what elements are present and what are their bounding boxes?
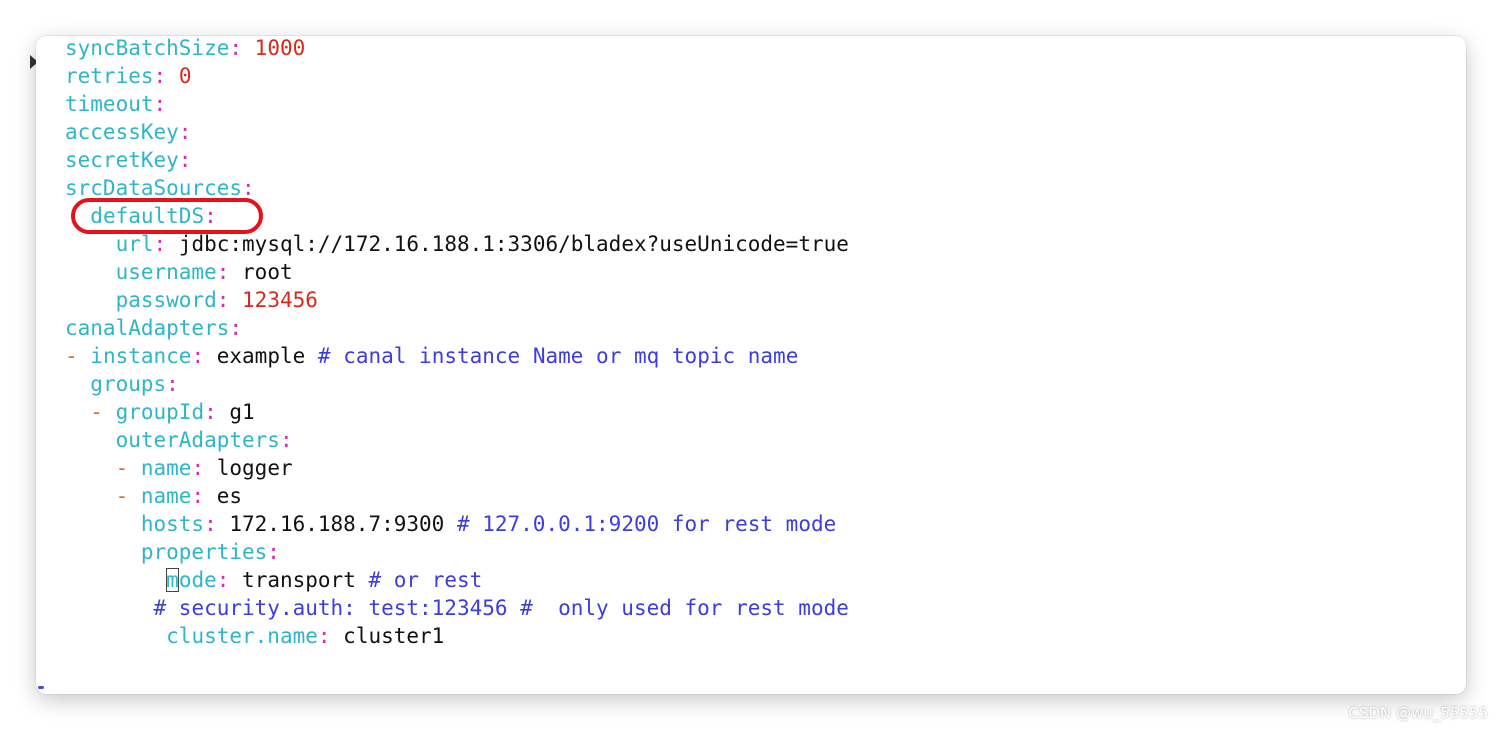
code-line: syncBatchSize: 1000: [65, 36, 849, 62]
key-colon: :: [178, 120, 192, 144]
code-line: url: jdbc:mysql://172.16.188.1:3306/blad…: [65, 230, 849, 258]
code-line: canalAdapters:: [65, 314, 849, 342]
yaml-key: groups: [90, 372, 167, 396]
yaml-key: srcDataSources: [65, 176, 243, 200]
yaml-comment: # 127.0.0.1:9200 for rest mode: [456, 512, 837, 536]
yaml-key: mode: [166, 568, 217, 592]
yaml-key: password: [115, 288, 217, 312]
list-dash: -: [115, 456, 141, 480]
yaml-comment: # or rest: [368, 568, 483, 592]
yaml-key: hosts: [140, 512, 205, 536]
yaml-key: groupId: [115, 400, 205, 424]
key-colon: :: [216, 288, 230, 312]
yaml-key: name: [140, 484, 192, 508]
key-colon: :: [153, 64, 167, 88]
code-line: - name: es: [65, 482, 849, 510]
code-line: mode: transport # or rest: [65, 566, 849, 594]
key-colon: :: [216, 568, 230, 592]
key-colon: :: [204, 400, 217, 424]
code-line: accessKey:: [65, 118, 849, 146]
yaml-key: name: [140, 456, 192, 480]
edge-marker: [38, 686, 44, 689]
key-colon: :: [178, 148, 192, 172]
key-colon: :: [267, 540, 280, 564]
code-line: timeout:: [65, 90, 849, 118]
yaml-comment: # canal instance Name or mq topic name: [317, 344, 799, 368]
yaml-value: root: [229, 260, 293, 284]
code-line: cluster.name: cluster1: [65, 622, 849, 650]
key-colon: :: [191, 344, 205, 368]
key-colon: :: [191, 484, 205, 508]
yaml-key: cluster.name: [166, 624, 318, 648]
code-line: username: root: [65, 258, 849, 286]
code-line: retries: 0: [65, 62, 849, 90]
code-line: secretKey:: [65, 146, 849, 174]
watermark: CSDN @wu_55555: [1348, 704, 1488, 722]
yaml-value: g1: [216, 400, 255, 424]
list-dash: -: [90, 400, 116, 424]
yaml-value: 123456: [229, 288, 318, 312]
yaml-key: canalAdapters: [65, 316, 230, 340]
yaml-value: 0: [166, 64, 192, 88]
code-line: properties:: [65, 538, 849, 566]
yaml-key: timeout: [65, 92, 154, 116]
yaml-value: transport: [229, 568, 369, 592]
key-colon: :: [216, 260, 230, 284]
code-line: - groupId: g1: [65, 398, 849, 426]
code-line: hosts: 172.16.188.7:9300 # 127.0.0.1:920…: [65, 510, 849, 538]
code-line: # security.auth: test:123456 # only used…: [65, 594, 849, 622]
yaml-key: secretKey: [65, 148, 179, 172]
yaml-key: accessKey: [65, 120, 179, 144]
code-line: password: 123456: [65, 286, 849, 314]
code-line: - name: logger: [65, 454, 849, 482]
yaml-key: syncBatchSize: [65, 36, 230, 60]
highlight-annotation: [71, 198, 263, 234]
text-cursor: m: [166, 568, 179, 592]
yaml-value: es: [204, 484, 243, 508]
yaml-value: example: [204, 344, 318, 368]
key-colon: :: [191, 456, 205, 480]
yaml-value: 1000: [242, 36, 306, 60]
key-colon: :: [317, 624, 331, 648]
key-colon: :: [242, 176, 255, 200]
key-colon: :: [204, 512, 217, 536]
yaml-key: username: [115, 260, 217, 284]
code-line: - instance: example # canal instance Nam…: [65, 342, 849, 370]
yaml-key: url: [115, 232, 154, 256]
yaml-key: instance: [90, 344, 192, 368]
code-line: outerAdapters:: [65, 426, 849, 454]
key-colon: :: [279, 428, 293, 452]
editor-window: syncBatchSize: 1000 retries: 0 timeout: acc…: [36, 36, 1466, 694]
key-colon: :: [229, 316, 243, 340]
yaml-value: logger: [204, 456, 293, 480]
code-line: groups:: [65, 370, 849, 398]
yaml-value: 172.16.188.7:9300: [216, 512, 457, 536]
yaml-value: cluster1: [330, 624, 445, 648]
key-colon: :: [153, 92, 167, 116]
list-dash: -: [115, 484, 141, 508]
yaml-comment: # security.auth: test:123456 # only used…: [153, 596, 849, 620]
yaml-value: jdbc:mysql://172.16.188.1:3306/bladex?us…: [166, 232, 849, 256]
key-colon: :: [166, 372, 179, 396]
key-colon: :: [229, 36, 243, 60]
list-dash: -: [65, 344, 91, 368]
yaml-key: retries: [65, 64, 154, 88]
yaml-editor[interactable]: syncBatchSize: 1000 retries: 0 timeout: acc…: [65, 36, 849, 650]
yaml-key: properties: [140, 540, 268, 564]
yaml-key: outerAdapters: [115, 428, 280, 452]
key-colon: :: [153, 232, 167, 256]
